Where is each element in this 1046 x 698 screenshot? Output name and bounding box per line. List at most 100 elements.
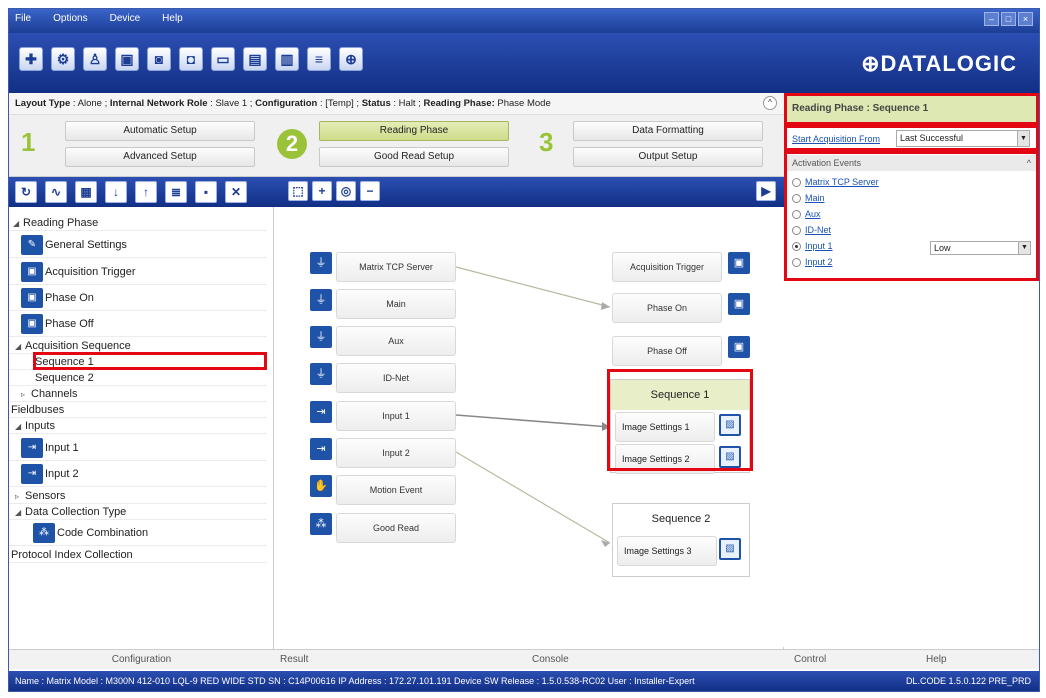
tree-phase-on[interactable]: ▣ Phase On — [9, 285, 267, 311]
good-read-setup-button[interactable]: Good Read Setup — [319, 147, 509, 167]
expand-icon[interactable]: ◢ — [13, 216, 23, 232]
sequence-2-title: Sequence 2 — [651, 513, 711, 525]
reading-phase-value: Phase Mode — [497, 98, 551, 109]
camera-settings-icon[interactable]: ◘ — [179, 47, 203, 71]
play-icon[interactable]: ▶ — [756, 181, 776, 201]
phase-on-node[interactable]: Phase On — [612, 293, 722, 323]
tree-general-settings[interactable]: ✎ General Settings — [9, 232, 267, 258]
source-input-1[interactable]: Input 1 — [336, 401, 456, 431]
configuration-tree-panel: ↻ ∿ ▦ ↓ ↑ ≣ ▪ ✕ ◢ Reading Phase ✎ General … — [9, 177, 274, 669]
highlight-activation-events — [784, 151, 1039, 281]
grid-icon[interactable]: ▦ — [75, 181, 97, 203]
monitor-camera-icon[interactable]: ▤ — [243, 47, 267, 71]
input-icon: ⇥ — [21, 438, 43, 459]
right-tabs: Control Help — [784, 649, 1039, 669]
data-formatting-button[interactable]: Data Formatting — [573, 121, 763, 141]
menu-file[interactable]: File — [15, 13, 31, 24]
source-id-net[interactable]: ID-Net — [336, 363, 456, 393]
reading-phase-button[interactable]: Reading Phase — [319, 121, 509, 141]
sequence-2-box[interactable]: Sequence 2 Image Settings 3 ▨ — [612, 503, 750, 577]
center-tabs: Result Console — [274, 649, 784, 669]
advanced-setup-button[interactable]: Advanced Setup — [65, 147, 255, 167]
network-icon[interactable]: ≡ — [307, 47, 331, 71]
menu-device[interactable]: Device — [110, 13, 141, 24]
tree-channels[interactable]: ▹ Channels — [9, 386, 267, 402]
expand-icon[interactable]: ◢ — [15, 505, 25, 521]
source-input-2[interactable]: Input 2 — [336, 438, 456, 468]
maximize-icon[interactable]: □ — [1001, 12, 1016, 26]
source-aux[interactable]: Aux — [336, 326, 456, 356]
arrow-head — [601, 302, 610, 310]
plus-icon[interactable]: ✚ — [19, 47, 43, 71]
acquisition-trigger-node[interactable]: Acquisition Trigger — [612, 252, 722, 282]
expand-icon[interactable]: ◢ — [15, 339, 25, 355]
tree-fieldbuses[interactable]: Fieldbuses — [9, 402, 267, 418]
source-main[interactable]: Main — [336, 289, 456, 319]
delete-icon[interactable]: ✕ — [225, 181, 247, 203]
console-tab[interactable]: Console — [532, 650, 569, 670]
pulse-icon[interactable]: ∿ — [45, 181, 67, 203]
trigger-icon: ▣ — [728, 293, 750, 315]
plug-icon: ⏚ — [310, 289, 332, 311]
source-good-read[interactable]: Good Read — [336, 513, 456, 543]
highlight-sequence-1 — [33, 352, 267, 370]
image-settings-3-node[interactable]: Image Settings 3 — [617, 536, 717, 566]
tree-label: Reading Phase — [23, 217, 99, 229]
wrench-icon: ✎ — [21, 235, 43, 256]
tree-input-2[interactable]: ⇥ Input 2 — [9, 461, 267, 487]
tree-label: Input 1 — [45, 442, 79, 454]
list-icon[interactable]: ≣ — [165, 181, 187, 203]
zoom-in-icon[interactable]: + — [312, 181, 332, 201]
result-tab[interactable]: Result — [280, 650, 308, 670]
highlight-sequence-1-box — [607, 369, 753, 471]
camera-icon[interactable]: ◙ — [147, 47, 171, 71]
menu-help[interactable]: Help — [162, 13, 183, 24]
menu-options[interactable]: Options — [53, 13, 87, 24]
tree-sensors[interactable]: ▹ Sensors — [9, 488, 267, 504]
minimize-icon[interactable]: – — [984, 12, 999, 26]
output-setup-button[interactable]: Output Setup — [573, 147, 763, 167]
tree-acquisition-trigger[interactable]: ▣ Acquisition Trigger — [9, 259, 267, 285]
device-info-bar: Name : Matrix Model : M300N 412-010 LQL-… — [9, 671, 1039, 691]
monitor-icon[interactable]: ▭ — [211, 47, 235, 71]
node-icon[interactable]: ▪ — [195, 181, 217, 203]
phase-off-node[interactable]: Phase Off — [612, 336, 722, 366]
camera-list-icon[interactable]: ▥ — [275, 47, 299, 71]
tree-protocol-index[interactable]: Protocol Index Collection — [9, 547, 267, 563]
close-icon[interactable]: × — [1018, 12, 1033, 26]
automatic-setup-button[interactable]: Automatic Setup — [65, 121, 255, 141]
help-tab[interactable]: Help — [926, 650, 947, 670]
tree-reading-phase[interactable]: ◢ Reading Phase — [9, 215, 267, 231]
tree-data-collection-type[interactable]: ◢ Data Collection Type — [9, 504, 267, 520]
motion-icon: ✋ — [310, 475, 332, 497]
tree-sequence-2[interactable]: Sequence 2 — [9, 370, 267, 386]
tree-input-1[interactable]: ⇥ Input 1 — [9, 435, 267, 461]
tree-inputs[interactable]: ◢ Inputs — [9, 418, 267, 434]
settings-icon[interactable]: ⚙ — [51, 47, 75, 71]
zoom-out-icon[interactable]: − — [360, 181, 380, 201]
zoom-reset-icon[interactable]: ◎ — [336, 181, 356, 201]
collapsed-icon[interactable]: ▹ — [15, 489, 25, 505]
configuration-value: : [Temp] ; — [319, 98, 360, 109]
collapsed-icon[interactable]: ▹ — [21, 387, 31, 403]
app-version: DL.CODE 1.5.0.122 PRE_PRD — [905, 676, 1031, 686]
download-icon[interactable]: ↓ — [105, 181, 127, 203]
tree-phase-off[interactable]: ▣ Phase Off — [9, 311, 267, 337]
fit-icon[interactable]: ⬚ — [288, 181, 308, 201]
refresh-icon[interactable]: ↻ — [15, 181, 37, 203]
diagram-toolbar: ⬚ + ◎ − ▶ — [274, 177, 784, 207]
configuration-tab[interactable]: Configuration — [9, 649, 274, 669]
tree-code-combination[interactable]: ⁂ Code Combination — [9, 520, 267, 546]
source-motion-event[interactable]: Motion Event — [336, 475, 456, 505]
user-icon[interactable]: ♙ — [83, 47, 107, 71]
source-matrix-tcp-server[interactable]: Matrix TCP Server — [336, 252, 456, 282]
datalogic-logo: ⊕DATALOGIC — [861, 51, 1017, 76]
layout-value: : Alone ; — [72, 98, 108, 109]
collapse-icon[interactable]: ^ — [763, 96, 777, 110]
upload-icon[interactable]: ↑ — [135, 181, 157, 203]
crosshair-icon[interactable]: ⊕ — [339, 47, 363, 71]
window-icon[interactable]: ▣ — [115, 47, 139, 71]
expand-icon[interactable]: ◢ — [15, 419, 25, 435]
input-icon: ⇥ — [21, 464, 43, 485]
control-tab[interactable]: Control — [794, 650, 826, 670]
